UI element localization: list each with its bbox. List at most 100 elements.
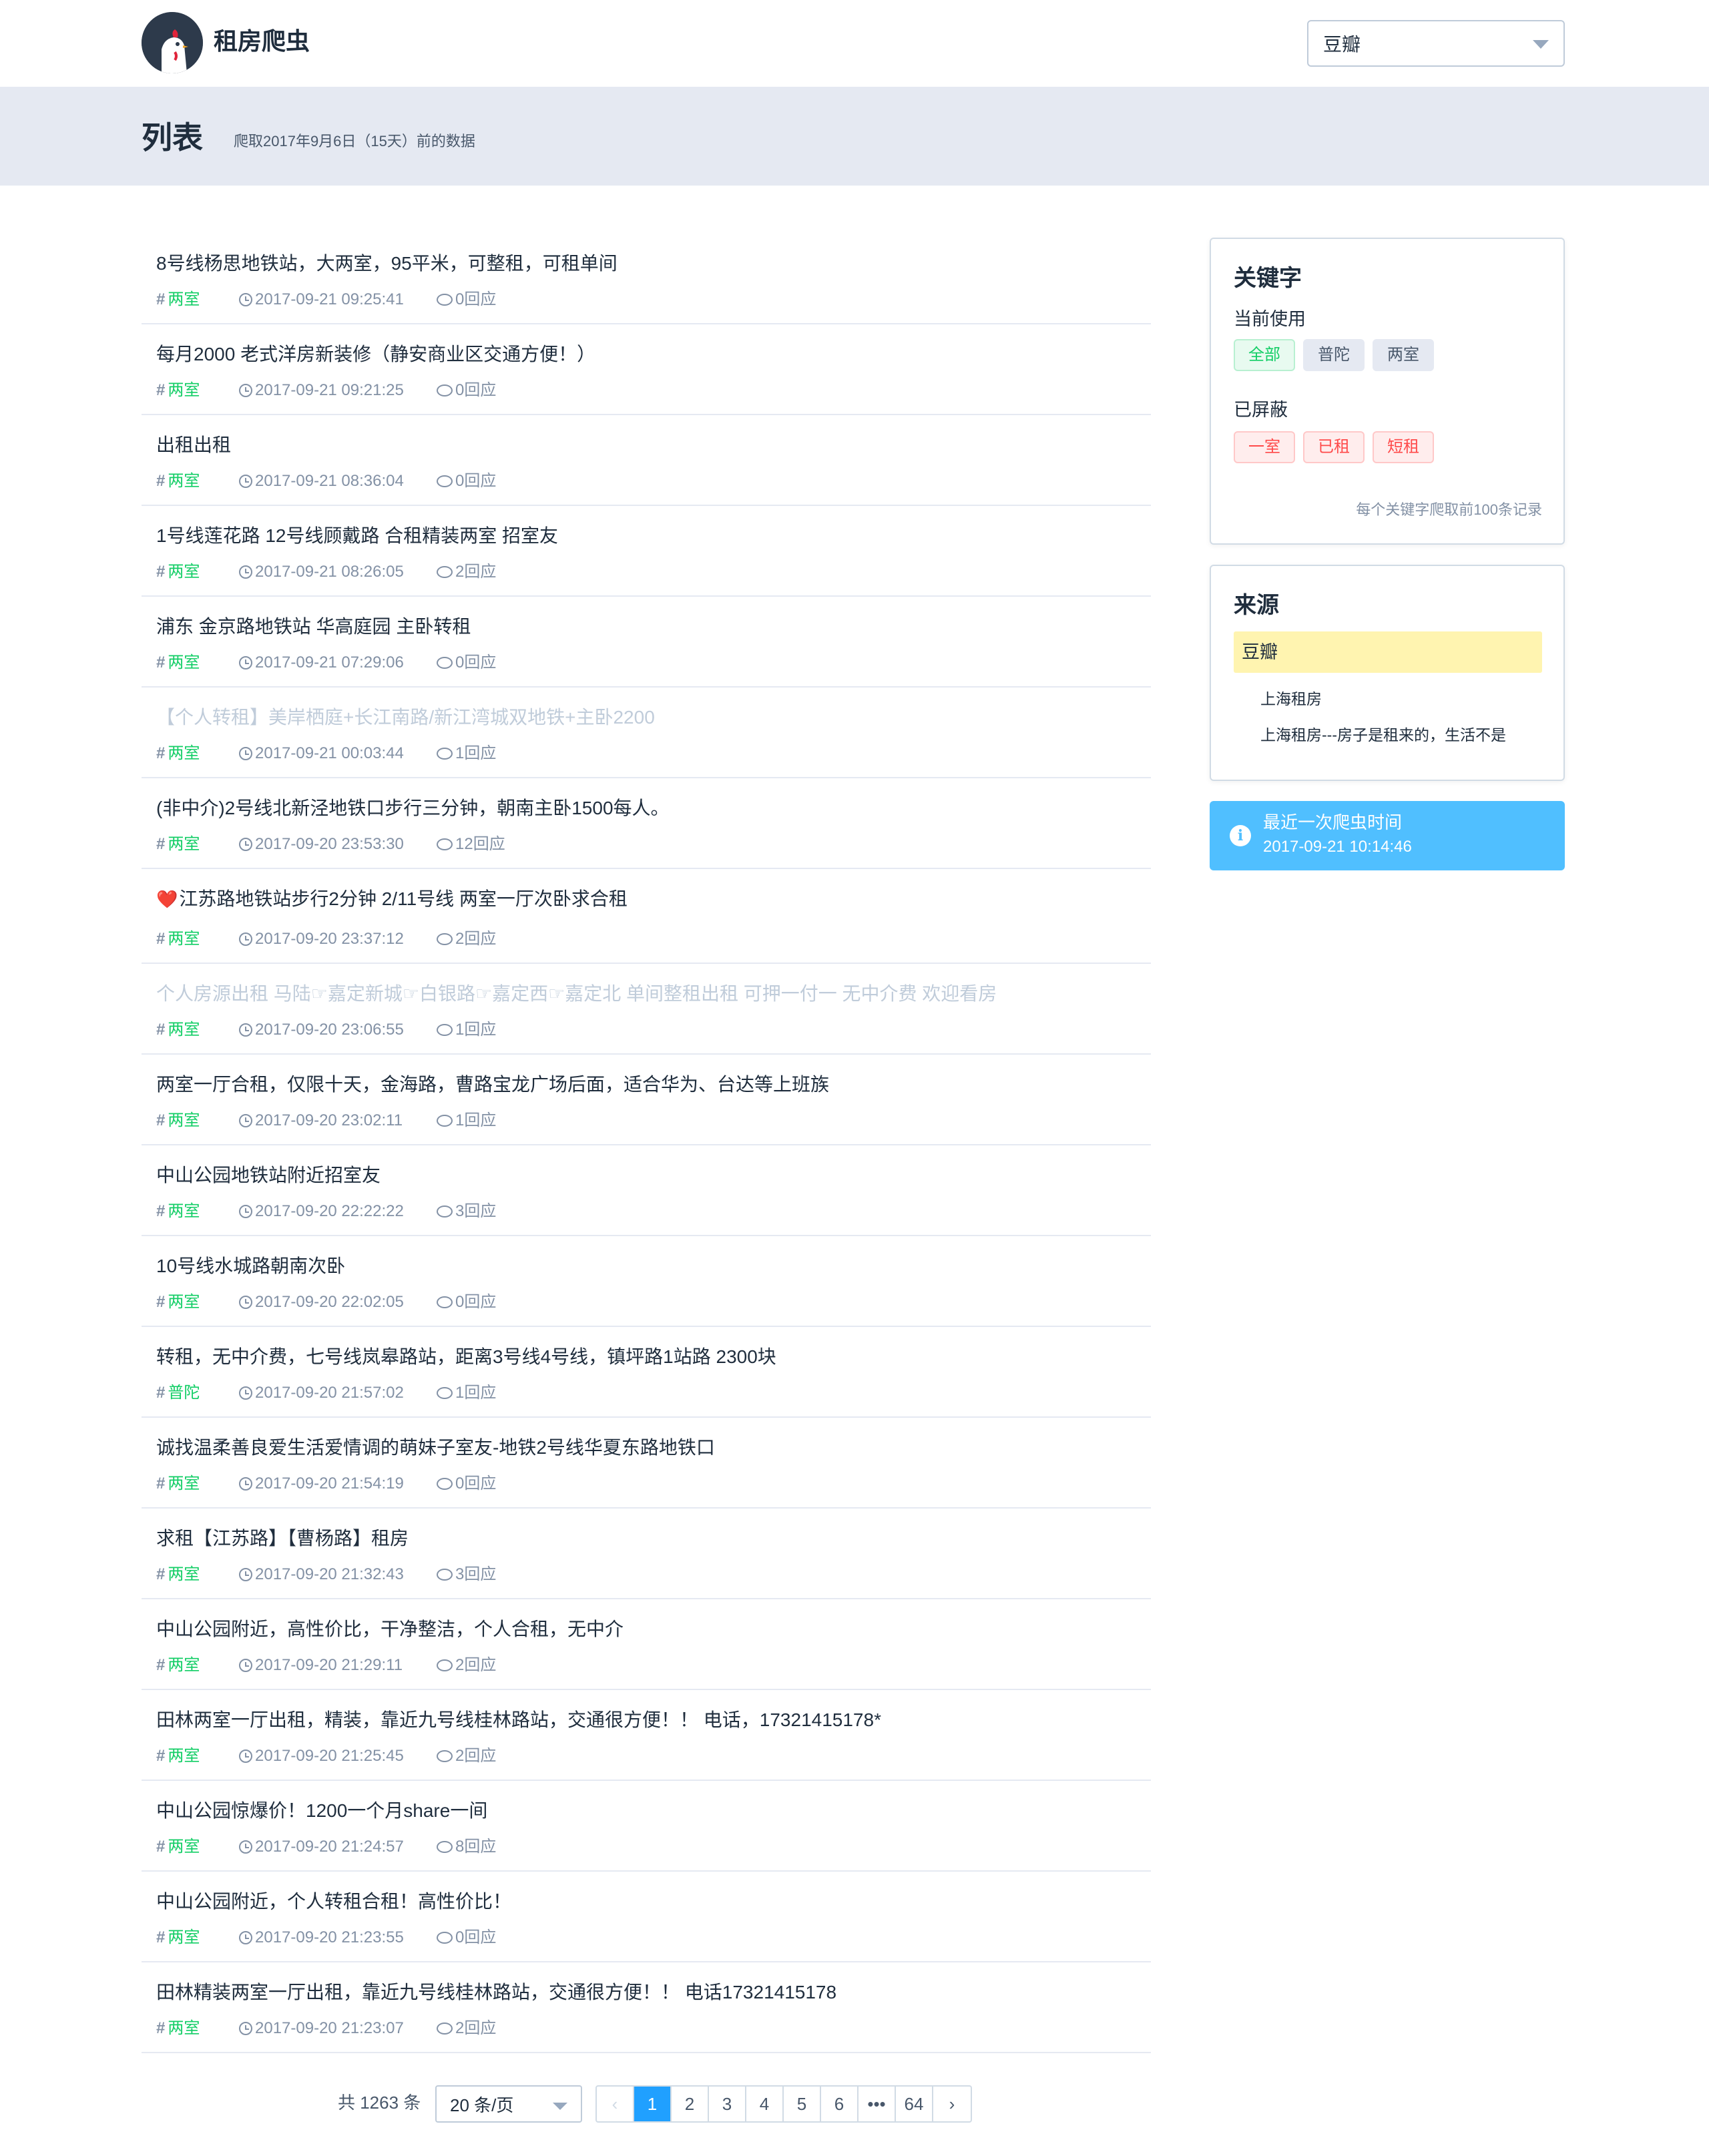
post-row: 两室一厅合租，仅限十天，金海路，曹路宝龙广场后面，适合华为、台达等上班族 # 两室 2…	[142, 1055, 1151, 1145]
post-meta: # 两室 2017-09-20 21:25:45 2回应	[156, 1745, 496, 1768]
post-time: 2017-09-20 21:29:11	[239, 1654, 437, 1677]
post-title[interactable]: 诚找温柔善良爱生活爱情调的萌妹子室友-地铁2号线华夏东路地铁口	[156, 1434, 715, 1462]
post-replies-text: 0回应	[455, 653, 497, 671]
post-tag-label: 两室	[168, 1838, 200, 1856]
post-title[interactable]: 10号线水城路朝南次卧	[156, 1252, 345, 1280]
page-button[interactable]: 64	[896, 2087, 933, 2121]
post-title-text: 田林精装两室一厅出租，靠近九号线桂林路站，交通很方便！！ 电话173214151…	[156, 1982, 837, 2002]
post-title[interactable]: 每月2000 老式洋房新装修（静安商业区交通方便！）	[156, 340, 595, 368]
post-meta: # 两室 2017-09-21 09:25:41 0回应	[156, 288, 496, 311]
post-time: 2017-09-20 23:06:55	[239, 1019, 437, 1041]
source-item[interactable]: 上海租房	[1260, 688, 1322, 710]
post-meta: # 两室 2017-09-20 21:24:57 8回应	[156, 1836, 496, 1858]
post-tag[interactable]: # 两室	[156, 470, 239, 493]
post-title[interactable]: (非中介)2号线北新泾地铁口步行三分钟，朝南主卧1500每人。	[156, 794, 670, 822]
post-tag-label: 两室	[168, 653, 200, 671]
clock-icon	[239, 1114, 252, 1127]
post-title[interactable]: ❤️江苏路地铁站步行2分钟 2/11号线 两室一厅次卧求合租	[156, 885, 628, 913]
page-button[interactable]: 2	[672, 2087, 709, 2121]
post-replies-text: 0回应	[455, 1474, 497, 1493]
chevron-down-icon	[1533, 40, 1549, 49]
post-replies: 1回应	[437, 1019, 496, 1041]
post-tag[interactable]: # 两室	[156, 1109, 239, 1132]
post-title[interactable]: 两室一厅合租，仅限十天，金海路，曹路宝龙广场后面，适合华为、台达等上班族	[156, 1071, 829, 1099]
post-tag[interactable]: # 两室	[156, 1472, 239, 1495]
post-title[interactable]: 中山公园惊爆价！1200一个月share一间	[156, 1797, 487, 1825]
post-tag[interactable]: # 两室	[156, 651, 239, 674]
blocked-keyword-tag[interactable]: 短租	[1373, 431, 1434, 463]
clock-icon	[239, 747, 252, 760]
post-replies-text: 2回应	[455, 563, 497, 581]
post-replies-text: 2回应	[455, 2019, 497, 2037]
source-item[interactable]: 上海租房---房子是租来的，生活不是	[1260, 724, 1506, 746]
post-title[interactable]: 转租，无中介费，七号线岚皋路站，距离3号线4号线，镇坪路1站路 2300块	[156, 1343, 776, 1371]
post-time: 2017-09-20 22:22:22	[239, 1200, 437, 1223]
keyword-tag[interactable]: 两室	[1373, 339, 1434, 371]
post-tag[interactable]: # 两室	[156, 1563, 239, 1586]
blocked-keywords-label: 已屏蔽	[1234, 400, 1288, 420]
post-tag[interactable]: # 两室	[156, 742, 239, 765]
next-page-button[interactable]: ›	[933, 2087, 971, 2121]
post-meta: # 两室 2017-09-20 21:29:11 2回应	[156, 1654, 496, 1677]
blocked-keyword-tag[interactable]: 一室	[1234, 431, 1295, 463]
post-title[interactable]: 田林两室一厅出租，精装，靠近九号线桂林路站，交通很方便！！ 电话，1732141…	[156, 1706, 881, 1734]
blocked-keyword-tag[interactable]: 已租	[1303, 431, 1365, 463]
last-crawl-time: 2017-09-21 10:14:46	[1263, 838, 1412, 856]
page-button[interactable]: 4	[746, 2087, 784, 2121]
source-card: 来源 豆瓣 上海租房 上海租房---房子是租来的，生活不是	[1210, 565, 1565, 781]
source-selected-item[interactable]: 豆瓣	[1234, 631, 1542, 673]
post-replies-text: 0回应	[455, 1928, 497, 1946]
post-tag[interactable]: # 两室	[156, 1745, 239, 1768]
post-tag[interactable]: # 两室	[156, 1200, 239, 1223]
post-tag[interactable]: # 两室	[156, 1926, 239, 1949]
more-pages-button[interactable]: •••	[859, 2087, 896, 2121]
source-select[interactable]: 豆瓣	[1307, 20, 1565, 67]
page-size-select[interactable]: 20 条/页	[435, 2085, 582, 2123]
post-title[interactable]: 中山公园地铁站附近招室友	[156, 1161, 381, 1189]
post-time: 2017-09-20 23:53:30	[239, 833, 437, 856]
post-tag[interactable]: # 两室	[156, 561, 239, 583]
comment-icon	[437, 657, 453, 669]
post-time-text: 2017-09-20 21:23:55	[255, 1928, 404, 1946]
post-tag[interactable]: # 两室	[156, 928, 239, 951]
post-tag[interactable]: # 两室	[156, 1291, 239, 1314]
page-button[interactable]: 3	[709, 2087, 746, 2121]
post-tag[interactable]: # 普陀	[156, 1382, 239, 1404]
post-tag[interactable]: # 两室	[156, 2017, 239, 2040]
post-title-text: 出租出租	[156, 435, 232, 455]
page-button[interactable]: 5	[784, 2087, 821, 2121]
post-title[interactable]: 1号线莲花路 12号线顾戴路 合租精装两室 招室友	[156, 522, 558, 550]
post-title[interactable]: 田林精装两室一厅出租，靠近九号线桂林路站，交通很方便！！ 电话173214151…	[156, 1978, 836, 2006]
post-title[interactable]: 出租出租	[156, 431, 231, 459]
hash-icon: #	[156, 381, 166, 399]
logo[interactable]	[142, 12, 203, 73]
post-tag[interactable]: # 两室	[156, 1836, 239, 1858]
page-button[interactable]: 1	[634, 2087, 672, 2121]
page-button[interactable]: 6	[821, 2087, 859, 2121]
post-tag-label: 两室	[168, 290, 200, 308]
hash-icon: #	[156, 1656, 166, 1674]
hash-icon: #	[156, 1202, 166, 1220]
post-title[interactable]: 中山公园附近，个人转租合租！高性价比！	[156, 1888, 511, 1916]
post-title[interactable]: 【个人转租】美岸栖庭+长江南路/新江湾城双地铁+主卧2200	[156, 704, 655, 732]
page-subtitle: 爬取2017年9月6日（15天）前的数据	[234, 133, 475, 150]
post-title[interactable]: 浦东 金京路地铁站 华高庭园 主卧转租	[156, 613, 471, 641]
post-tag[interactable]: # 两室	[156, 379, 239, 402]
post-title[interactable]: 个人房源出租 马陆☞嘉定新城☞白银路☞嘉定西☞嘉定北 单间整租出租 可押一付一 …	[156, 980, 997, 1008]
post-title[interactable]: 8号线杨思地铁站，大两室，95平米，可整租，可租单间	[156, 250, 618, 278]
post-time: 2017-09-20 21:23:07	[239, 2017, 437, 2040]
hash-icon: #	[156, 472, 166, 490]
keyword-tag[interactable]: 全部	[1234, 339, 1295, 371]
post-title[interactable]: 求租【江苏路】【曹杨路】租房	[156, 1525, 409, 1553]
post-tag[interactable]: # 两室	[156, 833, 239, 856]
prev-page-button[interactable]: ‹	[597, 2087, 634, 2121]
keyword-tag[interactable]: 普陀	[1303, 339, 1365, 371]
clock-icon	[239, 475, 252, 488]
hash-icon: #	[156, 290, 166, 308]
post-tag[interactable]: # 两室	[156, 1019, 239, 1041]
post-title-text: 10号线水城路朝南次卧	[156, 1256, 346, 1276]
post-tag[interactable]: # 两室	[156, 288, 239, 311]
post-title[interactable]: 中山公园附近，高性价比，干净整洁，个人合租，无中介	[156, 1615, 624, 1643]
clock-icon	[239, 1931, 252, 1944]
post-tag[interactable]: # 两室	[156, 1654, 239, 1677]
